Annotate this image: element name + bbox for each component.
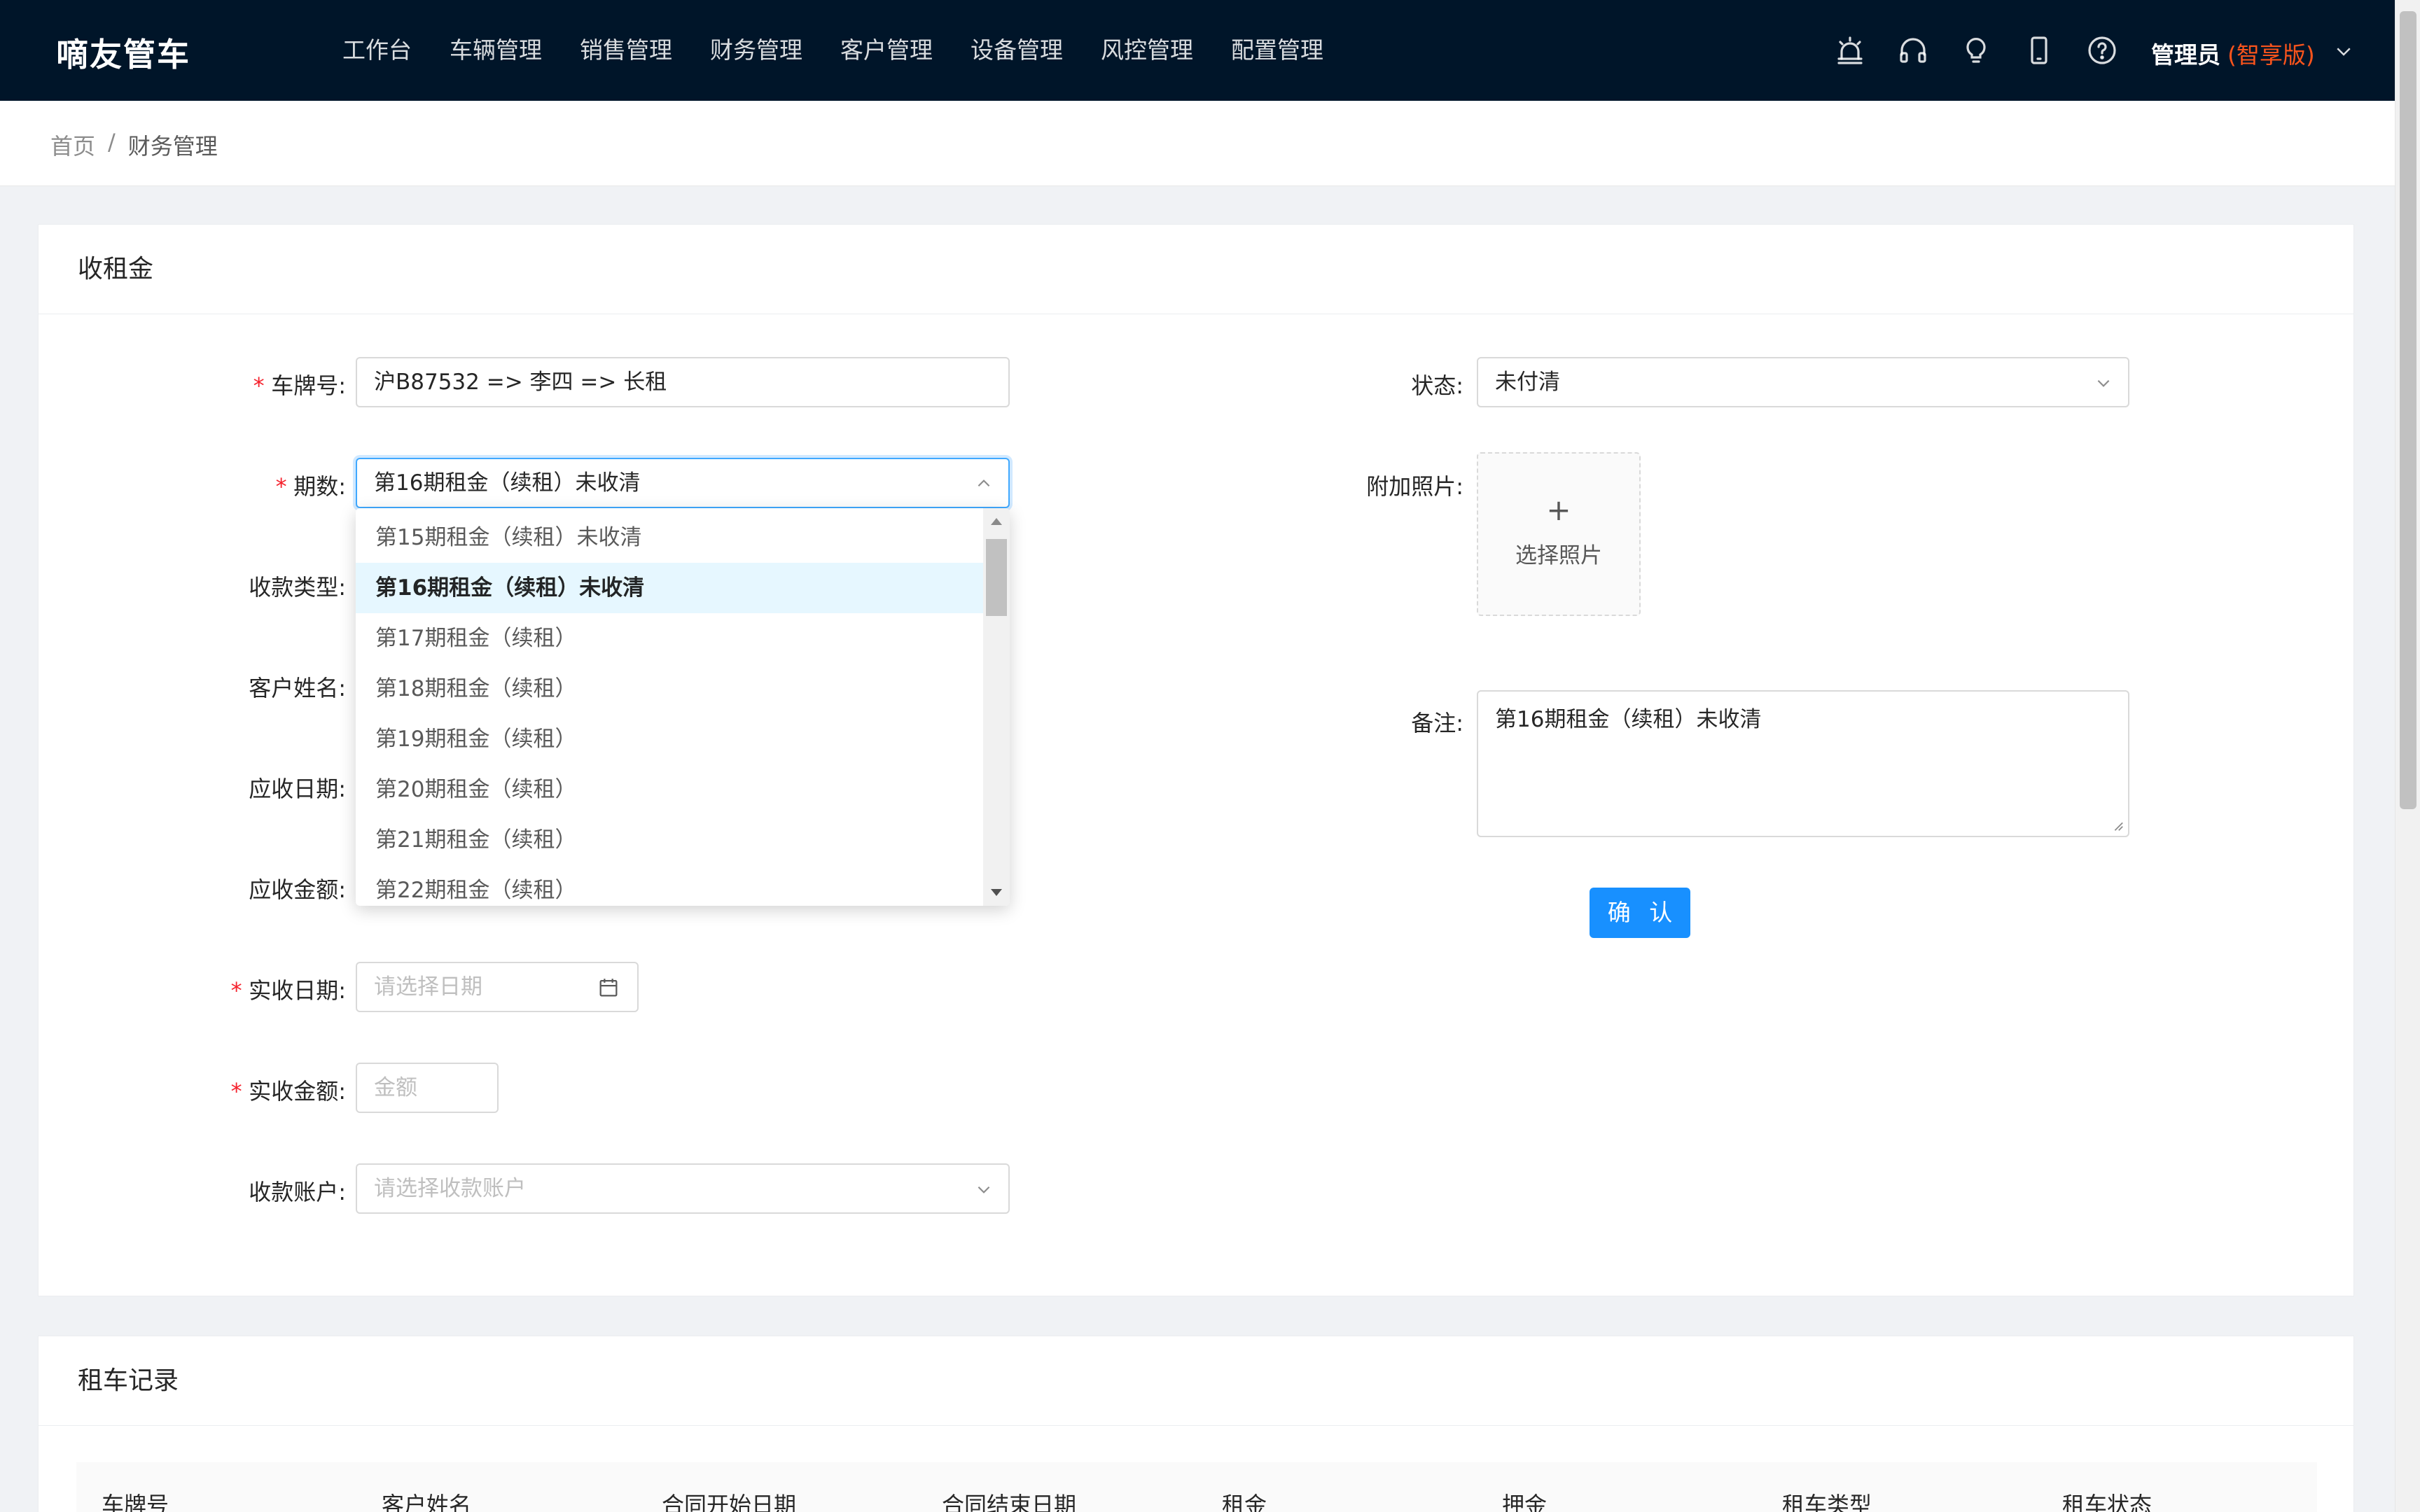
help-icon[interactable]: [2085, 34, 2119, 67]
rental-records-card: 租车记录 车牌号 客户姓名 合同开始日期 合同结束日期 租金 押金 租车类型 租…: [38, 1336, 2354, 1512]
due-date-label: 应收日期:: [249, 776, 346, 802]
nav-item-workbench[interactable]: 工作台: [324, 0, 431, 101]
period-label: * 期数:: [274, 473, 346, 500]
period-option-selected[interactable]: 第16期租金（续租）未收清: [356, 563, 983, 613]
period-select-value: 第16期租金（续租）未收清: [374, 470, 641, 496]
nav-item-sales[interactable]: 销售管理: [561, 0, 691, 101]
remark-label: 备注:: [1411, 710, 1463, 736]
actual-date-label: * 实收日期:: [229, 977, 346, 1004]
photo-label: 附加照片:: [1366, 473, 1463, 500]
column-header[interactable]: 租车状态: [2062, 1488, 2152, 1512]
column-header[interactable]: 租金: [1222, 1488, 1267, 1512]
status-select-value: 未付清: [1495, 370, 1560, 395]
column-header[interactable]: 合同开始日期: [662, 1488, 796, 1512]
period-option[interactable]: 第20期租金（续租）: [356, 764, 983, 815]
actual-date-placeholder: 请选择日期: [374, 974, 482, 1000]
status-label: 状态:: [1411, 372, 1463, 399]
user-name: 管理员: [2151, 41, 2220, 69]
nav-item-config[interactable]: 配置管理: [1212, 0, 1342, 101]
photo-upload-text: 选择照片: [1515, 543, 1602, 568]
main-nav: 工作台 车辆管理 销售管理 财务管理 客户管理 设备管理 风控管理 配置管理: [324, 0, 1342, 101]
user-menu[interactable]: 管理员 (智享版): [2151, 36, 2315, 70]
breadcrumb-home[interactable]: 首页: [50, 129, 95, 161]
confirm-button[interactable]: 确 认: [1590, 888, 1690, 938]
edition-badge: (智享版): [2227, 41, 2315, 69]
plate-input[interactable]: 沪B87532 => 李四 => 长租: [356, 357, 1010, 407]
period-option[interactable]: 第21期租金（续租）: [356, 815, 983, 865]
mobile-icon[interactable]: [2022, 34, 2056, 67]
dropdown-scrollbar-thumb[interactable]: [986, 539, 1007, 616]
remark-text: 第16期租金（续租）未收清: [1495, 707, 1762, 732]
period-option[interactable]: 第18期租金（续租）: [356, 664, 983, 714]
pay-type-label: 收款类型:: [249, 574, 346, 601]
scroll-down-arrow-icon[interactable]: [991, 889, 1002, 896]
top-navbar: 嘀友管车 工作台 车辆管理 销售管理 财务管理 客户管理 设备管理 风控管理 配…: [0, 0, 2395, 101]
plate-label: * 车牌号:: [251, 372, 346, 399]
app-logo[interactable]: 嘀友管车: [56, 29, 190, 76]
plus-icon: +: [1546, 493, 1571, 527]
card-title: 收租金: [39, 225, 2353, 314]
nav-item-risk[interactable]: 风控管理: [1082, 0, 1212, 101]
alarm-icon[interactable]: [1833, 34, 1867, 67]
calendar-icon: [599, 979, 618, 997]
headset-icon[interactable]: [1896, 34, 1930, 67]
period-option[interactable]: 第17期租金（续租）: [356, 613, 983, 664]
bulb-icon[interactable]: [1959, 34, 1993, 67]
account-select[interactable]: 请选择收款账户: [356, 1163, 1010, 1214]
chevron-up-icon: [978, 479, 990, 487]
chevron-down-icon[interactable]: [2333, 41, 2354, 62]
actual-amount-input[interactable]: 金额: [356, 1063, 499, 1113]
period-option[interactable]: 第22期租金（续租）: [356, 865, 983, 906]
breadcrumb-current: 财务管理: [127, 133, 218, 160]
period-option[interactable]: 第15期租金（续租）未收清: [356, 512, 983, 563]
dropdown-scrollbar[interactable]: [983, 508, 1010, 906]
column-header[interactable]: 押金: [1502, 1488, 1547, 1512]
period-option[interactable]: 第19期租金（续租）: [356, 714, 983, 764]
chevron-down-icon: [2097, 379, 2110, 387]
header-tools: [1833, 34, 2119, 67]
breadcrumb-bar: 首页 / 财务管理: [0, 101, 2395, 186]
account-label: 收款账户:: [249, 1179, 346, 1205]
page-scrollbar-thumb[interactable]: [2400, 11, 2416, 809]
nav-item-customers[interactable]: 客户管理: [821, 0, 952, 101]
column-header[interactable]: 租车类型: [1782, 1488, 1872, 1512]
resize-grip-icon[interactable]: [2111, 819, 2124, 832]
scroll-up-arrow-icon[interactable]: [991, 518, 1002, 525]
breadcrumb: 首页 / 财务管理: [50, 129, 218, 161]
status-select[interactable]: 未付清: [1477, 357, 2129, 407]
actual-date-picker[interactable]: 请选择日期: [356, 962, 639, 1012]
page-scrollbar[interactable]: [2395, 0, 2420, 1512]
account-placeholder: 请选择收款账户: [374, 1176, 526, 1201]
due-amount-label: 应收金额:: [249, 876, 346, 903]
nav-item-finance[interactable]: 财务管理: [691, 0, 821, 101]
customer-name-label: 客户姓名:: [249, 675, 346, 701]
column-header[interactable]: 合同结束日期: [942, 1488, 1076, 1512]
actual-amount-label: * 实收金额:: [229, 1078, 346, 1105]
remark-textarea[interactable]: 第16期租金（续租）未收清: [1477, 690, 2129, 837]
chevron-down-icon: [978, 1186, 990, 1194]
period-dropdown: 第15期租金（续租）未收清 第16期租金（续租）未收清 第17期租金（续租） 第…: [356, 508, 1010, 906]
breadcrumb-separator: /: [108, 129, 116, 155]
nav-item-vehicles[interactable]: 车辆管理: [431, 0, 561, 101]
period-select[interactable]: 第16期租金（续租）未收清: [356, 458, 1010, 508]
photo-upload[interactable]: + 选择照片: [1477, 452, 1641, 616]
column-header[interactable]: 客户姓名: [382, 1488, 471, 1512]
column-header[interactable]: 车牌号: [102, 1488, 169, 1512]
nav-item-devices[interactable]: 设备管理: [952, 0, 1082, 101]
card-title: 租车记录: [39, 1336, 2353, 1426]
table-header: 车牌号 客户姓名 合同开始日期 合同结束日期 租金 押金 租车类型 租车状态: [76, 1462, 2317, 1512]
